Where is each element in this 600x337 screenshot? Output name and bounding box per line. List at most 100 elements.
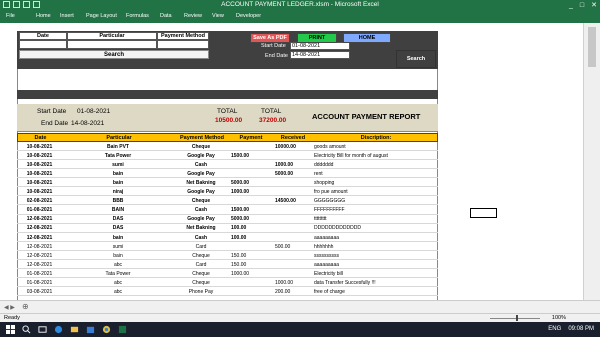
tab-formulas[interactable]: Formulas — [126, 13, 149, 19]
cell-payment[interactable]: 1000.00 — [228, 189, 272, 195]
cell-payment-method[interactable]: Card — [174, 244, 228, 250]
table-row[interactable]: 01-08-2021 Tata Power Cheque 1000.00 Electri… — [17, 270, 438, 278]
table-row[interactable]: 10-08-2021 sumi Cash 1000.00 ddddddd — [17, 161, 438, 170]
cell-date[interactable]: 12-08-2021 — [17, 253, 62, 259]
cell-particular[interactable]: abc — [62, 289, 174, 295]
table-row[interactable]: 01-08-2021 BAIN Cash 1500.00 FFFFFFFFFF — [17, 206, 438, 215]
cell-particular[interactable]: abc — [62, 262, 174, 268]
table-row[interactable]: 10-08-2021 Tata Power Google Pay 1500.00 Ele… — [17, 152, 438, 161]
filter-particular-input[interactable] — [67, 40, 157, 49]
cell-date[interactable]: 10-08-2021 — [17, 189, 62, 195]
cell-date[interactable]: 12-08-2021 — [17, 244, 62, 250]
cell-received[interactable]: 1000.00 — [272, 162, 312, 168]
scrollbar-thumb[interactable] — [588, 27, 596, 67]
cell-payment[interactable]: 1500.00 — [228, 153, 272, 159]
cell-payment-method[interactable]: Cheque — [174, 144, 228, 150]
cell-particular[interactable]: BAIN — [62, 207, 174, 213]
table-row[interactable]: 02-08-2021 BBB Cheque 14500.00 GGGGGGGG — [17, 197, 438, 206]
cell-date[interactable]: 12-08-2021 — [17, 262, 62, 268]
cell-payment-method[interactable]: Google Pay — [174, 216, 228, 222]
cell-payment-method[interactable]: Cheque — [174, 198, 228, 204]
cell-description[interactable]: aaaaaaaaa — [312, 235, 438, 241]
cell-received[interactable]: 10000.00 — [272, 144, 312, 150]
chrome-icon[interactable] — [102, 325, 111, 334]
start-date-input[interactable]: 01-08-2021 — [290, 42, 350, 50]
cell-description[interactable]: ttttttttt — [312, 216, 438, 222]
table-row[interactable]: 12-08-2021 bain Cheque 150.00 ssssssssss — [17, 252, 438, 260]
cell-payment-method[interactable]: Cash — [174, 207, 228, 213]
cell-payment-method[interactable]: Google Pay — [174, 171, 228, 177]
cell-particular[interactable]: BBB — [62, 198, 174, 204]
cell-date[interactable]: 01-08-2021 — [17, 271, 62, 277]
language-indicator[interactable]: ENG — [548, 326, 561, 332]
home-button[interactable]: HOME — [343, 33, 391, 43]
tab-home[interactable]: Home — [36, 13, 51, 19]
cell-received[interactable]: 14500.00 — [272, 198, 312, 204]
table-row[interactable]: 12-08-2021 DAS Net Bakning 100.00 DDDDDDDDDD… — [17, 224, 438, 233]
cell-particular[interactable]: Tata Power — [62, 271, 174, 277]
table-row[interactable]: 01-08-2021 abc Cheque 1000.00 data Transfer … — [17, 279, 438, 287]
cell-particular[interactable]: bain — [62, 253, 174, 259]
cell-particular[interactable]: Bain PVT — [62, 144, 174, 150]
task-view-icon[interactable] — [38, 325, 47, 334]
tab-page-layout[interactable]: Page Layout — [86, 13, 117, 19]
vertical-scrollbar[interactable] — [583, 23, 600, 306]
cell-particular[interactable]: DAS — [62, 216, 174, 222]
tab-file[interactable]: File — [6, 13, 15, 19]
table-row[interactable]: 10-08-2021 bain Google Pay 5000.00 rent — [17, 170, 438, 179]
table-row[interactable]: 12-08-2021 bain Cash 100.00 aaaaaaaaa — [17, 234, 438, 242]
zoom-knob[interactable] — [516, 315, 518, 321]
cell-payment-method[interactable]: Google Pay — [174, 153, 228, 159]
tab-review[interactable]: Review — [184, 13, 202, 19]
cell-date[interactable]: 12-08-2021 — [17, 235, 62, 241]
print-button[interactable]: PRINT — [297, 33, 337, 43]
cell-description[interactable]: hhhhhhh — [312, 244, 438, 250]
cell-particular[interactable]: DAS — [62, 225, 174, 231]
cell-payment[interactable]: 100.00 — [228, 225, 272, 231]
cell-date[interactable]: 03-08-2021 — [17, 289, 62, 295]
search-icon[interactable] — [22, 325, 31, 334]
cell-date[interactable]: 10-08-2021 — [17, 162, 62, 168]
cell-payment[interactable]: 1500.00 — [228, 207, 272, 213]
cell-payment-method[interactable]: Cash — [174, 162, 228, 168]
date-search-button[interactable]: Search — [396, 50, 436, 68]
excel-taskbar-icon[interactable] — [118, 325, 127, 334]
cell-payment-method[interactable]: Net Bakning — [174, 225, 228, 231]
cell-date[interactable]: 10-08-2021 — [17, 180, 62, 186]
cell-description[interactable]: ddddddd — [312, 162, 438, 168]
cell-particular[interactable]: Tata Power — [62, 153, 174, 159]
tab-view[interactable]: View — [212, 13, 224, 19]
cell-description[interactable]: fro pue amount — [312, 189, 438, 195]
cell-payment-method[interactable]: Cheque — [174, 253, 228, 259]
clock[interactable]: 09:08 PM — [568, 326, 594, 332]
cell-particular[interactable]: abc — [62, 280, 174, 286]
cell-description[interactable]: DDDDDDDDDDDDD — [312, 225, 438, 231]
table-row[interactable]: 10-08-2021 niraj Google Pay 1000.00 fro pue … — [17, 188, 438, 197]
cell-particular[interactable]: niraj — [62, 189, 174, 195]
maximize-button[interactable]: □ — [580, 0, 584, 11]
cell-particular[interactable]: bain — [62, 171, 174, 177]
cell-payment-method[interactable]: Card — [174, 262, 228, 268]
cell-description[interactable]: data Transfer Succesfully !!! — [312, 280, 438, 286]
cell-description[interactable]: goods amount — [312, 144, 438, 150]
tab-developer[interactable]: Developer — [236, 13, 261, 19]
add-sheet-icon[interactable]: ⊕ — [22, 302, 29, 311]
table-row[interactable]: 03-08-2021 abc Phone Pay 200.00 free of char… — [17, 288, 438, 296]
filter-date-input[interactable] — [19, 40, 67, 49]
table-row[interactable]: 10-08-2021 Bain PVT Cheque 10000.00 goods am… — [17, 143, 438, 152]
windows-start-icon[interactable] — [6, 325, 15, 334]
zoom-slider[interactable] — [490, 318, 540, 319]
close-button[interactable]: ✕ — [591, 0, 597, 11]
cell-payment-method[interactable]: Google Pay — [174, 189, 228, 195]
search-button[interactable]: Search — [19, 50, 209, 59]
tab-data[interactable]: Data — [160, 13, 172, 19]
cell-payment[interactable]: 5000.00 — [228, 216, 272, 222]
cell-received[interactable]: 500.00 — [272, 244, 312, 250]
cell-particular[interactable]: sumi — [62, 162, 174, 168]
save-as-pdf-button[interactable]: Save As PDF — [250, 33, 290, 43]
cell-date[interactable]: 10-08-2021 — [17, 171, 62, 177]
cell-description[interactable]: GGGGGGGG — [312, 198, 438, 204]
selected-cell[interactable] — [470, 208, 497, 218]
cell-date[interactable]: 12-08-2021 — [17, 225, 62, 231]
cell-payment[interactable]: 5000.00 — [228, 180, 272, 186]
